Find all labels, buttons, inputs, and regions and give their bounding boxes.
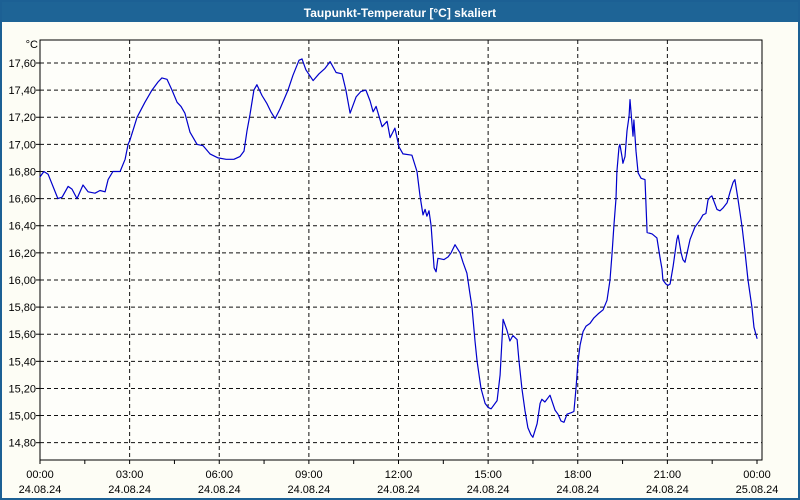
x-axis-time-label: 18:00 (564, 469, 592, 481)
window-title: Taupunkt-Temperatur [°C] skaliert (304, 6, 496, 20)
app-window: Taupunkt-Temperatur [°C] skaliert 17,60 1… (0, 0, 800, 500)
y-axis-label: 16,60 (8, 194, 36, 206)
y-axis-label: 14,80 (8, 438, 36, 450)
x-axis-time-label: 12:00 (385, 469, 413, 481)
x-axis-date-label: 24.08.24 (377, 484, 420, 496)
x-axis-date-label: 24.08.24 (108, 484, 151, 496)
x-axis-time-label: 03:00 (116, 469, 144, 481)
x-axis-time-label: 09:00 (295, 469, 323, 481)
x-axis-time-label: 15:00 (474, 469, 502, 481)
x-axis-date-label: 24.08.24 (556, 484, 599, 496)
y-axis-label: 15,00 (8, 411, 36, 423)
x-axis-date-label: 25.08.24 (736, 484, 779, 496)
x-axis-date-label: 24.08.24 (19, 484, 62, 496)
y-axis-label: 17,00 (8, 139, 36, 151)
y-axis-label: 15,80 (8, 302, 36, 314)
y-axis-label: 17,20 (8, 112, 36, 124)
y-axis-label: 15,40 (8, 356, 36, 368)
x-axis-date-label: 24.08.24 (467, 484, 510, 496)
y-axis-label: 16,20 (8, 248, 36, 260)
x-axis-time-label: 21:00 (654, 469, 682, 481)
x-axis-date-label: 24.08.24 (287, 484, 330, 496)
x-axis-date-label: 24.08.24 (646, 484, 689, 496)
y-axis-label: 15,60 (8, 329, 36, 341)
y-axis-unit-label: °C (26, 39, 38, 51)
x-axis-time-label: 06:00 (205, 469, 233, 481)
plot-area (39, 39, 763, 461)
y-axis-label: 17,40 (8, 85, 36, 97)
x-axis-date-label: 24.08.24 (198, 484, 241, 496)
chart: Taupunkt-Temperatur [°C] skaliert 17,60 1… (2, 2, 798, 496)
y-axis-label: 16,80 (8, 166, 36, 178)
y-axis-label: 15,20 (8, 383, 36, 395)
x-axis-time-label: 00:00 (26, 469, 54, 481)
y-axis-label: 16,40 (8, 221, 36, 233)
x-axis-time-label: 00:00 (743, 469, 771, 481)
y-axis-label: 16,00 (8, 275, 36, 287)
y-axis-label: 17,60 (8, 58, 36, 70)
